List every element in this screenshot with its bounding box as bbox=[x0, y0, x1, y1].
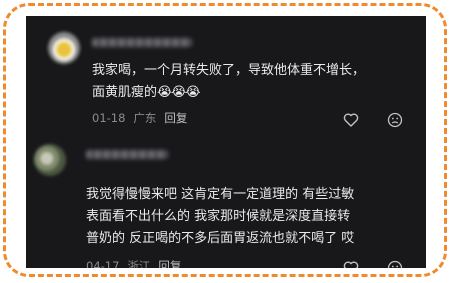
comment-text-line: 表面看不出什么的 我家那时候就是深度直接转 bbox=[86, 209, 351, 224]
comment-location: 浙江 bbox=[127, 259, 151, 268]
comment-panel: 我家喝，一个月转失败了，导致他体重不增长， 面黄肌瘦的😭😭😭 01-18 广东 回复… bbox=[26, 16, 426, 268]
comment-text-line: 我家喝，一个月转失败了，导致他体重不增长， bbox=[92, 63, 366, 78]
username-blurred[interactable] bbox=[86, 150, 168, 159]
username-blurred[interactable] bbox=[92, 38, 192, 47]
comment-meta: 04-17 浙江 回复 bbox=[86, 258, 189, 268]
comment-text-line: 面黄肌瘦的😭😭😭 bbox=[92, 82, 201, 104]
reply-button[interactable]: 回复 bbox=[158, 259, 181, 268]
comment-meta: 01-18 广东 回复 bbox=[92, 110, 195, 126]
avatar[interactable] bbox=[34, 144, 66, 176]
dislike-icon[interactable] bbox=[387, 260, 403, 268]
heart-icon[interactable] bbox=[343, 112, 359, 128]
comment-item: 我家喝，一个月转失败了，导致他体重不增长， 面黄肌瘦的😭😭😭 01-18 广东 回复 bbox=[26, 16, 426, 132]
heart-icon[interactable] bbox=[343, 260, 359, 268]
avatar[interactable] bbox=[48, 32, 80, 64]
comment-date: 01-18 bbox=[92, 111, 126, 125]
comment-location: 广东 bbox=[133, 111, 157, 125]
comment-text-line: 我觉得慢慢来吧 这肯定有一定道理的 有些过敏 bbox=[86, 187, 355, 202]
crying-emoji-icon: 😭😭😭 bbox=[157, 85, 201, 100]
comment-text-segment: 面黄肌瘦的 bbox=[92, 85, 158, 100]
comment-text-line: 普奶的 反正喝的不多后面胃返流也就不喝了 哎 bbox=[86, 231, 355, 246]
dislike-icon[interactable] bbox=[387, 112, 403, 128]
comment-item: 我觉得慢慢来吧 这肯定有一定道理的 有些过敏 表面看不出什么的 我家那时候就是深… bbox=[26, 134, 426, 268]
reply-button[interactable]: 回复 bbox=[164, 111, 187, 125]
comment-date: 04-17 bbox=[86, 259, 120, 268]
